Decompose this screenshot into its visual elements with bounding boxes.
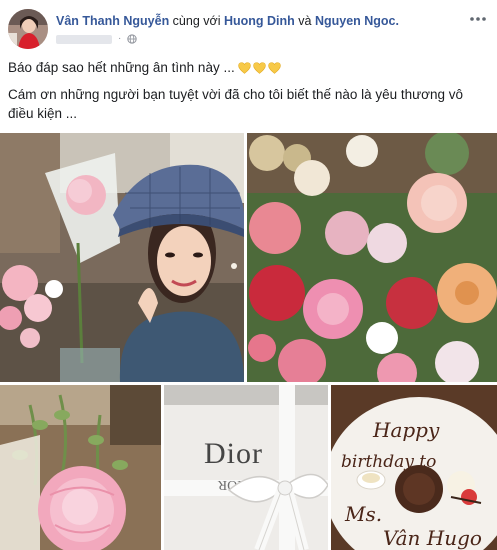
tagged-friend-1-link[interactable]: Huong Dinh — [224, 14, 295, 28]
facebook-post: Vân Thanh Nguyễn cùng với Huong Dinh và … — [0, 0, 497, 550]
globe-icon[interactable] — [127, 34, 138, 44]
photo-flower-bouquet-closeup[interactable] — [247, 133, 497, 382]
and-text: và — [294, 14, 315, 28]
post-text-line-1: Báo đáp sao hết những ân tình này ... — [8, 58, 488, 77]
photo-pink-peony[interactable] — [0, 385, 161, 550]
with-text: cùng với — [169, 14, 224, 28]
meta-separator: · — [118, 33, 122, 44]
photo-birthday-dessert-plate[interactable]: Happy birthday to Ms. Vân Hugo — [331, 385, 497, 550]
yellow-heart-icon — [267, 62, 281, 74]
heart-emojis — [237, 62, 281, 74]
post-header-line: Vân Thanh Nguyễn cùng với Huong Dinh và … — [56, 13, 399, 29]
yellow-heart-icon — [252, 62, 266, 74]
yellow-heart-icon — [237, 62, 251, 74]
author-avatar[interactable] — [8, 9, 48, 49]
photo-dior-gift-box[interactable]: Dior DIOR — [164, 385, 328, 550]
photo-selfie-with-flowers[interactable] — [0, 133, 244, 382]
tagged-friend-2-link[interactable]: Nguyen Ngoc. — [315, 14, 399, 28]
dior-brand-text: Dior — [204, 437, 263, 470]
plate-text-happy: Happy — [372, 418, 440, 442]
author-name-link[interactable]: Vân Thanh Nguyễn — [56, 14, 169, 28]
post-timestamp-blurred[interactable] — [56, 34, 112, 44]
post-message: Báo đáp sao hết những ân tình này ... Cá… — [8, 58, 488, 123]
plate-text-ms: Ms. — [344, 502, 382, 526]
post-text-line-1-text: Báo đáp sao hết những ân tình này ... — [8, 60, 235, 75]
ellipsis-icon[interactable] — [468, 13, 488, 25]
post-meta: · — [56, 33, 138, 45]
post-text-line-2: Cám ơn những người bạn tuyệt vời đã cho … — [8, 87, 464, 121]
plate-text-name: Vân Hugo — [383, 526, 482, 550]
